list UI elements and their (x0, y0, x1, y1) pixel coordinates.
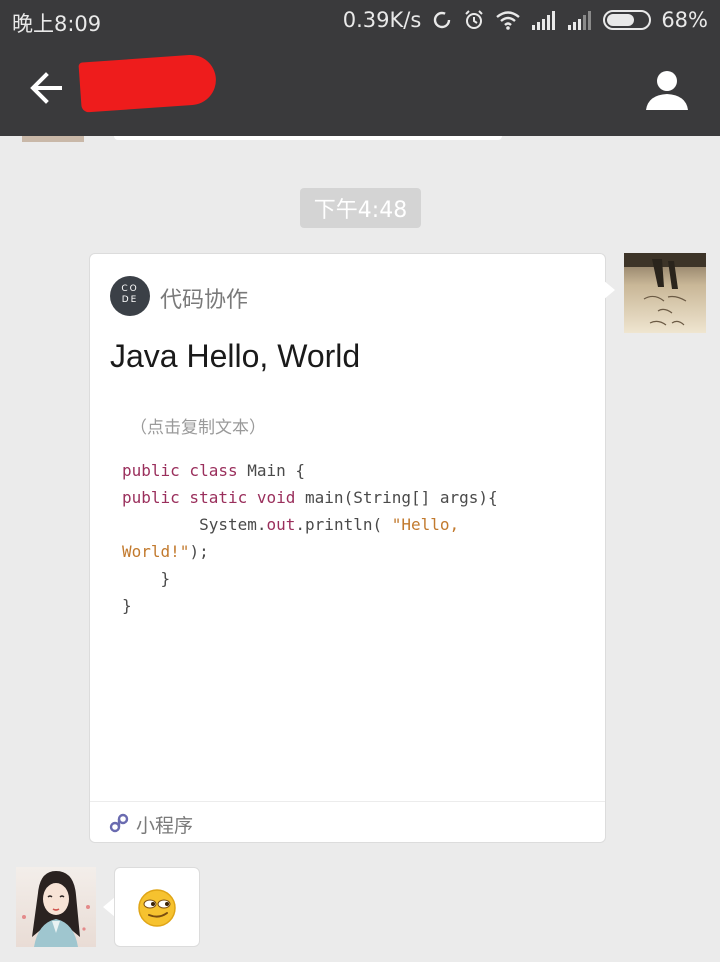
back-arrow-icon (30, 72, 62, 104)
previous-avatar (22, 136, 84, 142)
code-text: } (122, 596, 132, 615)
bubble-tail (603, 280, 615, 300)
mini-program-name: 代码协作 (160, 288, 249, 313)
mini-program-card[interactable]: CO DE 代码协作 Java Hello, World （点击复制文本） pu… (89, 253, 606, 843)
code-block: public class Main { public static void m… (122, 457, 498, 619)
code-text: ); (189, 542, 209, 561)
mini-program-icon (109, 813, 129, 833)
code-string: "Hello, (391, 515, 460, 534)
contact-avatar[interactable] (16, 867, 96, 947)
code-text: main(String[] args){ (305, 488, 498, 507)
chat-info-button[interactable] (644, 68, 690, 112)
message-timestamp: 下午4:48 (300, 188, 421, 228)
alarm-icon (465, 10, 484, 29)
code-text: System. (122, 515, 267, 534)
code-keyword: public class (122, 461, 248, 480)
sync-icon (434, 11, 451, 29)
signal-icon-2 (568, 11, 592, 30)
mini-program-label: 小程序 (136, 815, 194, 837)
person-icon (646, 71, 688, 110)
status-time: 晚上8:09 (12, 12, 102, 36)
redacted-contact-name (78, 53, 218, 113)
my-avatar[interactable] (624, 253, 706, 333)
code-text: } (122, 569, 171, 588)
logo-text-top: CO (121, 284, 139, 294)
code-keyword: out (266, 515, 296, 534)
status-indicators: 0.39K/s 68% (343, 8, 708, 32)
code-string: World!" (122, 542, 190, 561)
battery-percent: 68% (661, 8, 708, 32)
copy-hint: （点击复制文本） (130, 418, 266, 438)
emoji-message[interactable] (114, 867, 200, 947)
card-footer: 小程序 (90, 801, 605, 842)
wifi-icon (496, 11, 521, 30)
code-text: Main { (247, 461, 306, 480)
previous-message-bubble (114, 136, 502, 140)
battery-level (607, 14, 635, 26)
battery-icon (603, 10, 652, 30)
avatar-image (624, 253, 706, 326)
code-app-logo: CO DE (110, 276, 150, 316)
code-text: .println( (295, 515, 392, 534)
card-title: Java Hello, World (110, 338, 361, 374)
code-preview: （点击复制文本） public class Main { public stat… (110, 399, 590, 629)
avatar-image (22, 871, 90, 947)
logo-text-bottom: DE (121, 295, 139, 305)
back-button[interactable] (24, 66, 72, 110)
network-speed: 0.39K/s (342, 8, 422, 32)
code-keyword: public static void (122, 488, 306, 507)
signal-icon-1 (532, 11, 556, 30)
status-bar: 晚上8:09 0.39K/s 68% (0, 0, 720, 40)
smirk-emoji-icon (138, 889, 176, 927)
